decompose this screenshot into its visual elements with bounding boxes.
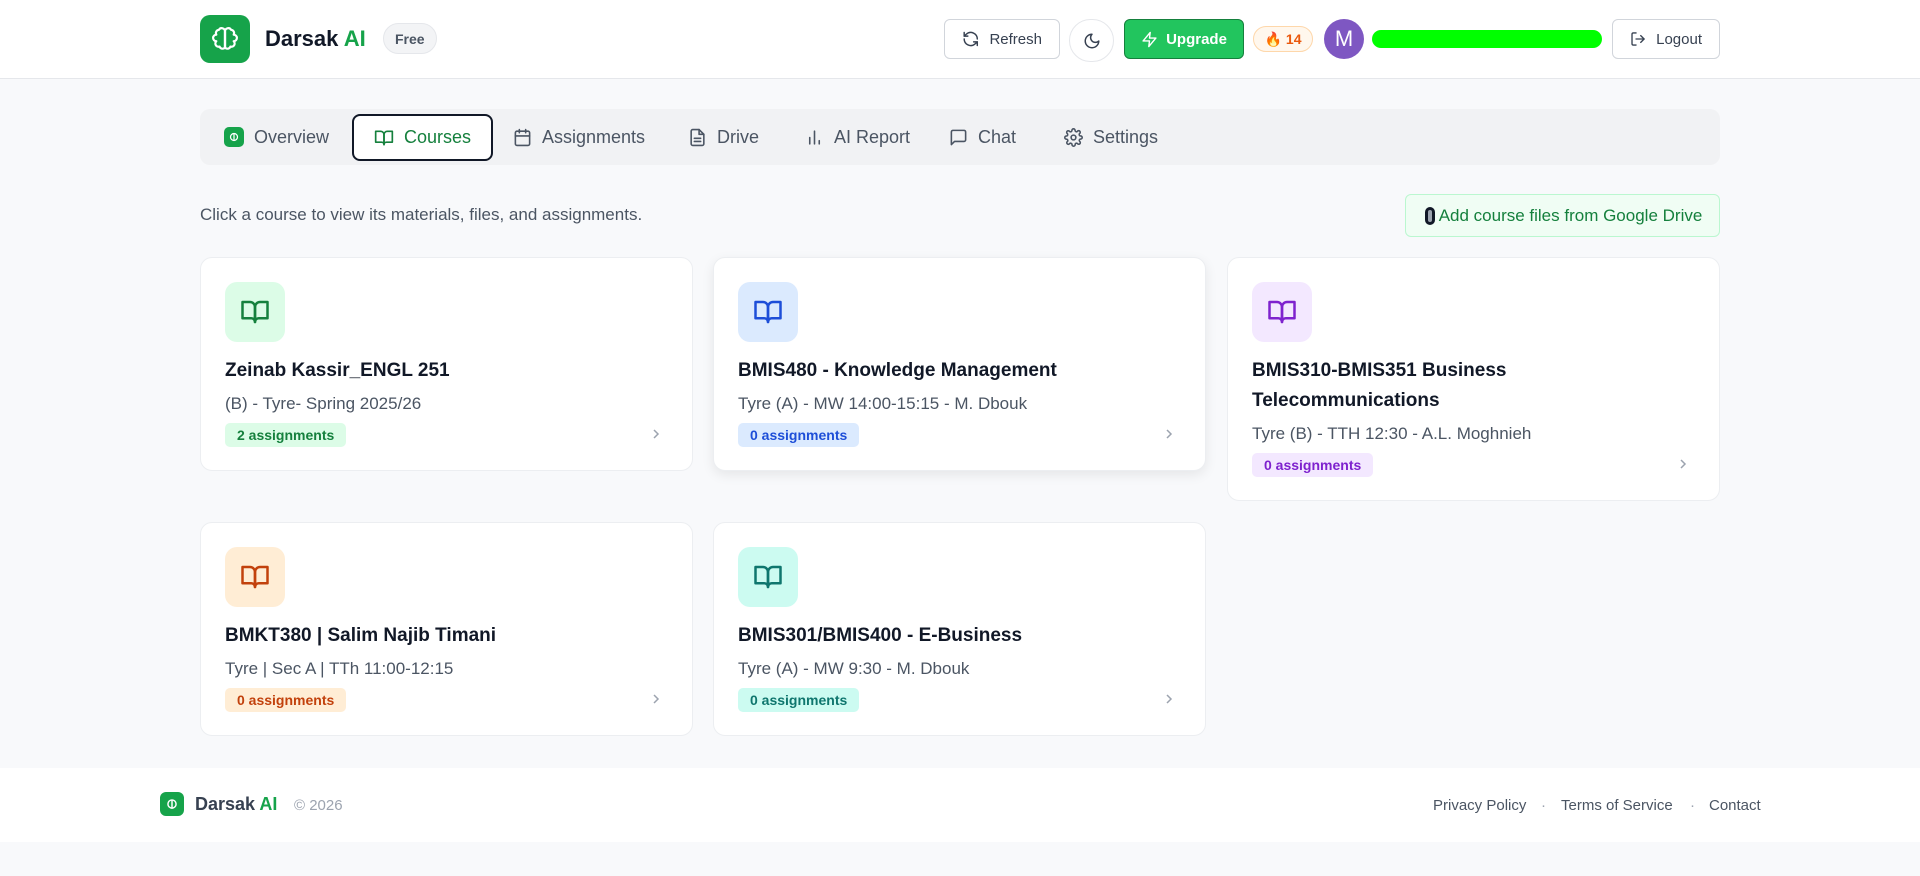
logout-label: Logout [1656, 30, 1702, 48]
course-subtitle: Tyre (A) - MW 14:00-15:15 - M. Dbouk [738, 394, 1028, 413]
chevron-right-icon [653, 429, 660, 439]
refresh-icon [963, 31, 979, 47]
plan-badge: Free [383, 23, 437, 54]
book-icon [225, 282, 285, 342]
add-drive-files-button[interactable]: Add course files from Google Drive [1405, 194, 1720, 237]
assignment-count-badge: 0 assignments [1252, 453, 1374, 477]
tab-drive[interactable]: Drive [668, 114, 779, 160]
refresh-label: Refresh [989, 30, 1042, 48]
tab-label: AI Report [834, 126, 911, 147]
book-icon [738, 282, 798, 342]
streak-count: 14 [1285, 31, 1302, 47]
streak-badge: 🔥 14 [1253, 26, 1313, 52]
assignment-count-badge: 0 assignments [738, 688, 860, 712]
bar-chart-icon [808, 129, 821, 145]
course-subtitle: Tyre | Sec A | TTh 11:00-12:15 [225, 659, 454, 678]
logout-button[interactable]: Logout [1612, 19, 1720, 59]
book-icon [1252, 282, 1312, 342]
courses-intro-text: Click a course to view its materials, fi… [200, 205, 643, 224]
tab-label: Drive [717, 126, 760, 147]
terms-of-service-link[interactable]: Terms of Service [1561, 797, 1673, 814]
tab-ai-report[interactable]: AI Report [785, 114, 930, 160]
calendar-icon [514, 128, 531, 146]
tab-label: Assignments [542, 126, 646, 147]
course-title: BMIS310-BMIS351 Business Telecommunicati… [1252, 360, 1507, 411]
course-card[interactable]: BMKT380 | Salim Najib Timani Tyre | Sec … [200, 522, 693, 736]
gear-icon [1064, 127, 1083, 147]
message-square-icon [950, 129, 967, 145]
tab-courses[interactable]: Courses [352, 114, 494, 161]
course-subtitle: (B) - Tyre- Spring 2025/26 [225, 394, 422, 413]
upgrade-button[interactable]: Upgrade [1124, 19, 1244, 59]
footer-brand: Darsak AI [195, 794, 278, 814]
brain-logo-icon[interactable] [200, 15, 250, 63]
course-title: Zeinab Kassir_ENGL 251 [225, 360, 450, 381]
contact-link[interactable]: Contact [1709, 797, 1761, 814]
lightning-icon [1142, 31, 1157, 47]
book-icon [225, 547, 285, 607]
tab-label: Courses [404, 127, 472, 147]
course-card[interactable]: BMIS301/BMIS400 - E-Business Tyre (A) - … [713, 522, 1206, 736]
footer-separator: · [1690, 797, 1695, 814]
logout-icon [1631, 32, 1645, 46]
tab-chat[interactable]: Chat [929, 114, 1036, 160]
file-icon [690, 128, 705, 146]
assignment-count-badge: 2 assignments [225, 423, 347, 447]
course-card[interactable]: BMIS310-BMIS351 Business Telecommunicati… [1227, 257, 1720, 501]
book-icon [738, 547, 798, 607]
course-subtitle: Tyre (A) - MW 9:30 - M. Dbouk [738, 659, 970, 678]
top-header: Darsak AI Free Refresh Upgrade 🔥 14 M re… [0, 0, 1920, 79]
chevron-right-icon [1166, 429, 1173, 439]
chevron-right-icon [653, 694, 660, 704]
assignment-count-badge: 0 assignments [225, 688, 347, 712]
privacy-policy-link[interactable]: Privacy Policy [1433, 797, 1526, 814]
course-title: BMKT380 | Salim Najib Timani [225, 625, 497, 646]
course-title: BMIS480 - Knowledge Management [738, 360, 1057, 381]
brain-logo-icon [160, 792, 184, 816]
chevron-right-icon [1680, 459, 1687, 469]
tab-label: Chat [978, 126, 1017, 147]
brand-name[interactable]: Darsak AI [265, 26, 366, 52]
user-name-redacted: redacted [1372, 30, 1602, 48]
moon-icon [1084, 33, 1099, 48]
course-subtitle: Tyre (B) - TTH 12:30 - A.L. Moghnieh [1252, 424, 1532, 443]
page-footer: Darsak AI © 2026 Privacy Policy · Terms … [0, 768, 1920, 842]
tab-label: Settings [1093, 126, 1159, 147]
drive-button-label: Add course files from Google Drive [1438, 205, 1703, 225]
refresh-button[interactable]: Refresh [944, 19, 1060, 59]
footer-copyright: © 2026 [294, 797, 343, 814]
course-card[interactable]: BMIS480 - Knowledge Management Tyre (A) … [713, 257, 1206, 471]
avatar[interactable]: M [1324, 19, 1364, 59]
tab-assignments[interactable]: Assignments [493, 114, 665, 160]
paperclip-icon [1424, 206, 1435, 225]
course-title: BMIS301/BMIS400 - E-Business [738, 625, 1023, 646]
main-nav-tabs: Overview Courses Assignments Drive AI Re… [200, 109, 1720, 165]
upgrade-label: Upgrade [1166, 30, 1227, 48]
theme-toggle-button[interactable] [1069, 19, 1114, 62]
chevron-right-icon [1166, 694, 1173, 704]
book-open-icon [374, 130, 394, 145]
brain-logo-icon [224, 127, 244, 147]
tab-overview[interactable]: Overview [204, 114, 349, 160]
tab-label: Overview [254, 126, 330, 147]
course-card[interactable]: Zeinab Kassir_ENGL 251 (B) - Tyre- Sprin… [200, 257, 693, 471]
footer-separator: · [1541, 797, 1546, 814]
fire-icon: 🔥 [1264, 30, 1282, 47]
tab-settings[interactable]: Settings [1044, 114, 1178, 160]
assignment-count-badge: 0 assignments [738, 423, 860, 447]
